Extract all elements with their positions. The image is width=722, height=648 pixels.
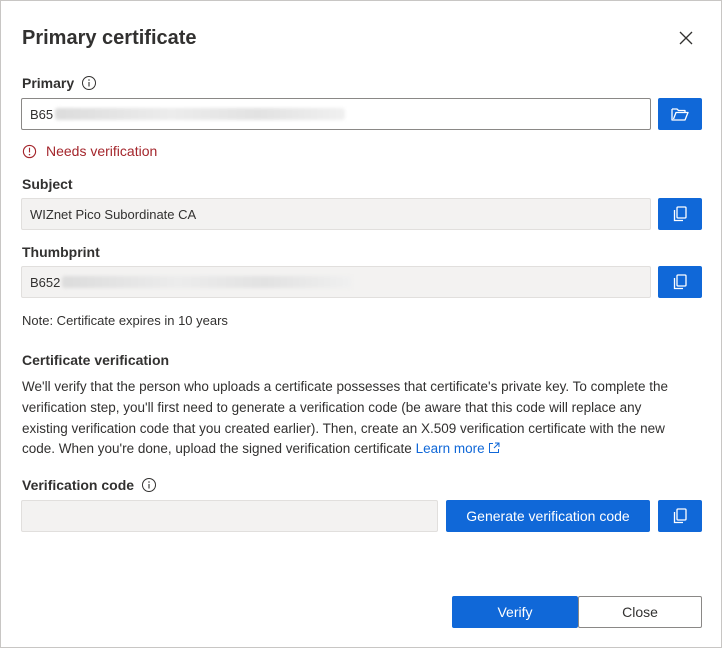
description-line: existing verification code that you crea…	[22, 420, 665, 436]
verification-description: We'll verify that the person who uploads…	[22, 377, 702, 460]
browse-file-button[interactable]	[658, 98, 702, 130]
verification-code-label-row: Verification code	[22, 477, 157, 493]
verification-section-title: Certificate verification	[22, 352, 170, 368]
copy-icon	[673, 508, 687, 524]
thumbprint-field: B652	[21, 266, 651, 298]
description-line: We'll verify that the person who uploads…	[22, 379, 668, 394]
redacted-value	[55, 108, 346, 120]
description-line-text: code. When you're done, upload the signe…	[22, 441, 416, 457]
subject-field: WIZnet Pico Subordinate CA	[21, 198, 651, 230]
generate-verification-code-button[interactable]: Generate verification code	[446, 500, 650, 532]
copy-subject-button[interactable]	[658, 198, 702, 230]
verification-code-label: Verification code	[22, 477, 135, 493]
info-icon[interactable]	[81, 75, 97, 91]
subject-label: Subject	[22, 176, 73, 192]
dialog-title: Primary certificate	[22, 27, 197, 49]
primary-certificate-dialog: Primary certificate Primary B65 Needs ve…	[0, 0, 722, 648]
info-icon[interactable]	[141, 477, 157, 493]
error-text: Needs verification	[46, 143, 158, 159]
subject-value: WIZnet Pico Subordinate CA	[30, 206, 197, 222]
primary-value: B65	[30, 106, 54, 122]
learn-more-link[interactable]: Learn more	[416, 441, 500, 456]
error-circle-icon	[22, 144, 37, 158]
primary-label-row: Primary	[22, 75, 97, 91]
verify-button[interactable]: Verify	[452, 596, 578, 628]
external-link-icon	[488, 442, 500, 454]
primary-label: Primary	[22, 75, 75, 91]
close-button[interactable]	[673, 25, 699, 51]
copy-verification-code-button[interactable]	[658, 500, 702, 532]
learn-more-label: Learn more	[415, 441, 485, 457]
thumbprint-value: B652	[30, 274, 61, 290]
description-line: code. When you're done, upload the signe…	[22, 439, 702, 460]
close-icon	[679, 31, 693, 45]
copy-icon	[673, 274, 687, 290]
redacted-value	[62, 276, 353, 288]
folder-open-icon	[671, 108, 689, 121]
needs-verification-message: Needs verification	[22, 143, 157, 159]
copy-icon	[673, 206, 687, 222]
description-line: verification step, you'll first need to …	[22, 399, 642, 415]
thumbprint-label: Thumbprint	[22, 244, 100, 260]
close-dialog-button[interactable]: Close	[578, 596, 702, 628]
expiry-note: Note: Certificate expires in 10 years	[22, 313, 228, 328]
verification-code-field	[21, 500, 438, 532]
copy-thumbprint-button[interactable]	[658, 266, 702, 298]
primary-file-field[interactable]: B65	[21, 98, 651, 130]
